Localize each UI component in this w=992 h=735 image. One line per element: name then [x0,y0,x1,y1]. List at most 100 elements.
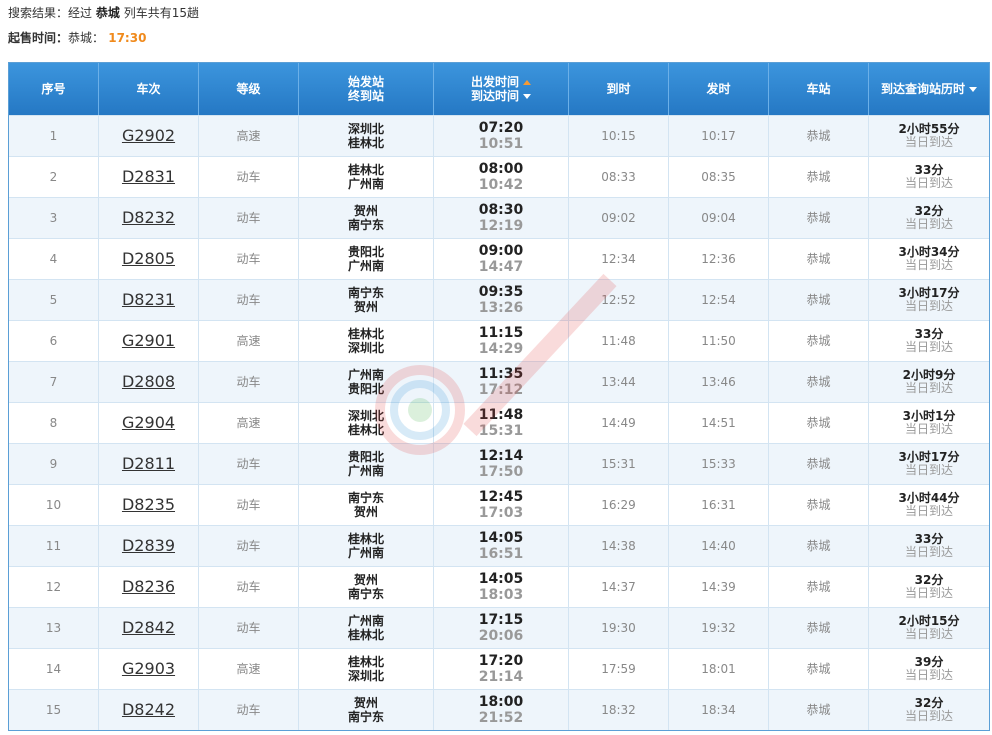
header-times-sort[interactable]: 出发时间 到达时间 [434,63,569,115]
cell-stations: 桂林北 广州南 [299,526,434,566]
end-station: 贺州 [353,505,378,519]
cell-grade: 高速 [199,321,299,361]
cell-times: 11:35 17:12 [434,362,569,402]
train-number-link[interactable]: D2842 [122,620,175,636]
cell-seq: 3 [9,198,99,238]
train-number-link[interactable]: D2808 [122,374,175,390]
summary-station: 恭城 [95,6,120,20]
end-station: 南宁东 [347,218,384,232]
summary-suffix: 列车共有15趟 [123,6,199,20]
cell-times: 08:30 12:19 [434,198,569,238]
cell-duration: 32分 当日到达 [869,690,989,730]
table-row[interactable]: 6 G2901 高速 桂林北 深圳北 11:15 14:29 11:48 11:50 恭城 33分当… [9,320,989,361]
header-duration-sort[interactable]: 到达查询站历时 [869,63,989,115]
cell-times: 08:00 10:42 [434,157,569,197]
cell-depart: 18:34 [669,690,769,730]
cell-times: 12:14 17:50 [434,444,569,484]
depart-time: 07:20 [478,120,524,136]
arrival-day: 当日到达 [904,422,953,436]
start-station: 南宁东 [347,491,384,505]
cell-grade: 动车 [199,362,299,402]
cell-arrive: 09:02 [569,198,669,238]
cell-train: D8235 [99,485,199,525]
cell-arrive: 13:44 [569,362,669,402]
depart-time: 14:05 [478,530,524,546]
train-number-link[interactable]: D8242 [122,702,175,718]
arrive-time: 16:51 [478,546,524,562]
cell-station: 恭城 [769,526,869,566]
train-number-link[interactable]: G2904 [122,415,175,431]
cell-depart: 14:51 [669,403,769,443]
header-arrive-time[interactable]: 到达时间 [471,89,531,103]
cell-arrive: 11:48 [569,321,669,361]
arrive-time: 21:14 [478,669,524,685]
cell-seq: 4 [9,239,99,279]
sort-asc-icon[interactable] [523,80,531,85]
cell-depart: 09:04 [669,198,769,238]
table-row[interactable]: 14 G2903 高速 桂林北 深圳北 17:20 21:14 17:59 18:01 恭城 39分… [9,648,989,689]
train-number-link[interactable]: G2902 [122,128,175,144]
cell-seq: 13 [9,608,99,648]
cell-times: 11:48 15:31 [434,403,569,443]
header-start-station: 始发站 [347,75,384,89]
cell-seq: 9 [9,444,99,484]
sale-time-station: 恭城： [68,31,105,45]
cell-station: 恭城 [769,690,869,730]
sort-desc-icon[interactable] [523,94,531,99]
train-number-link[interactable]: G2901 [122,333,175,349]
depart-time: 11:35 [478,366,524,382]
cell-grade: 动车 [199,485,299,525]
depart-time: 12:14 [478,448,524,464]
cell-station: 恭城 [769,362,869,402]
cell-arrive: 14:37 [569,567,669,607]
table-row[interactable]: 12 D8236 动车 贺州 南宁东 14:05 18:03 14:37 14:39 恭城 32分当… [9,566,989,607]
table-row[interactable]: 10 D8235 动车 南宁东 贺州 12:45 17:03 16:29 16:31 恭城 3小时4… [9,484,989,525]
table-row[interactable]: 9 D2811 动车 贵阳北 广州南 12:14 17:50 15:31 15:33 恭城 3小时1… [9,443,989,484]
depart-time: 14:05 [478,571,524,587]
cell-stations: 桂林北 广州南 [299,157,434,197]
table-row[interactable]: 4 D2805 动车 贵阳北 广州南 09:00 14:47 12:34 12:36 恭城 3小时3… [9,238,989,279]
train-number-link[interactable]: D2831 [122,169,175,185]
header-depart-time[interactable]: 出发时间 [471,75,531,89]
cell-station: 恭城 [769,567,869,607]
start-station: 深圳北 [347,122,384,136]
table-row[interactable]: 7 D2808 动车 广州南 贵阳北 11:35 17:12 13:44 13:46 恭城 2小时9… [9,361,989,402]
cell-station: 恭城 [769,403,869,443]
cell-times: 07:20 10:51 [434,116,569,156]
sale-time-value: 17:30 [108,31,147,45]
table-row[interactable]: 2 D2831 动车 桂林北 广州南 08:00 10:42 08:33 08:35 恭城 33分当… [9,156,989,197]
cell-depart: 16:31 [669,485,769,525]
cell-train: D2831 [99,157,199,197]
cell-grade: 动车 [199,444,299,484]
depart-time: 09:35 [478,284,524,300]
train-number-link[interactable]: D8231 [122,292,175,308]
arrival-day: 当日到达 [904,545,953,559]
table-row[interactable]: 15 D8242 动车 贺州 南宁东 18:00 21:52 18:32 18:34 恭城 32分当… [9,689,989,730]
train-number-link[interactable]: D2839 [122,538,175,554]
train-number-link[interactable]: D8232 [122,210,175,226]
train-number-link[interactable]: G2903 [122,661,175,677]
table-row[interactable]: 13 D2842 动车 广州南 桂林北 17:15 20:06 19:30 19:32 恭城 2小时… [9,607,989,648]
arrive-time: 17:03 [478,505,524,521]
arrival-day: 当日到达 [904,135,953,149]
cell-times: 14:05 16:51 [434,526,569,566]
train-number-link[interactable]: D8236 [122,579,175,595]
depart-time: 17:20 [478,653,524,669]
table-row[interactable]: 11 D2839 动车 桂林北 广州南 14:05 16:51 14:38 14:40 恭城 33分… [9,525,989,566]
table-row[interactable]: 8 G2904 高速 深圳北 桂林北 11:48 15:31 14:49 14:51 恭城 3小时1… [9,402,989,443]
train-number-link[interactable]: D8235 [122,497,175,513]
depart-time: 08:00 [478,161,524,177]
end-station: 桂林北 [347,423,384,437]
table-row[interactable]: 1 G2902 高速 深圳北 桂林北 07:20 10:51 10:15 10:17 恭城 2小时5… [9,115,989,156]
arrive-time: 17:50 [478,464,524,480]
cell-seq: 6 [9,321,99,361]
table-row[interactable]: 3 D8232 动车 贺州 南宁东 08:30 12:19 09:02 09:04 恭城 32分 当日… [9,197,989,238]
end-station: 广州南 [347,546,384,560]
cell-arrive: 17:59 [569,649,669,689]
train-number-link[interactable]: D2811 [122,456,175,472]
start-station: 贺州 [353,696,378,710]
dropdown-arrow-icon[interactable] [969,87,977,92]
train-number-link[interactable]: D2805 [122,251,175,267]
cell-seq: 10 [9,485,99,525]
table-row[interactable]: 5 D8231 动车 南宁东 贺州 09:35 13:26 12:52 12:54 恭城 3小时17… [9,279,989,320]
